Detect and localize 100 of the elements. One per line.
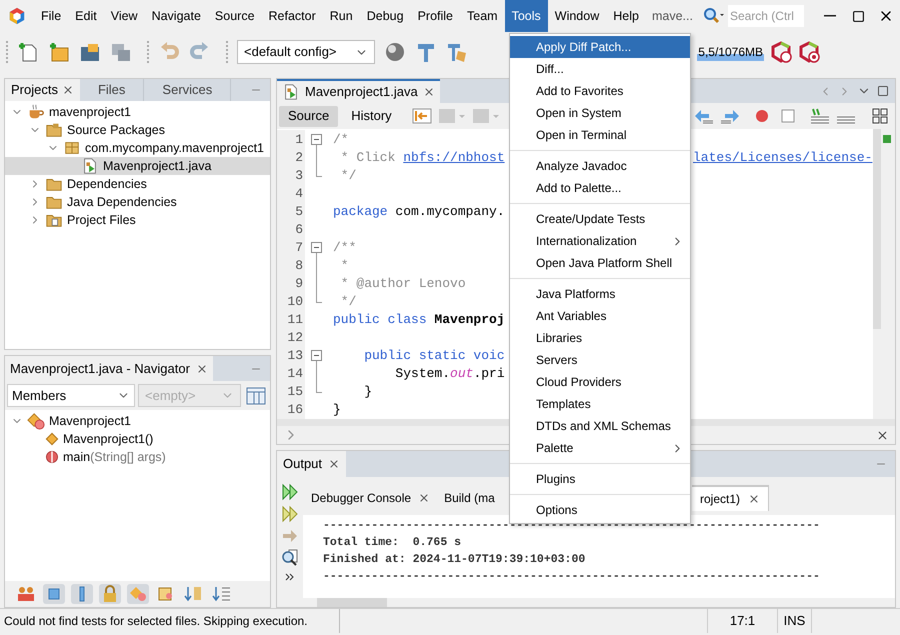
line-number: 6 bbox=[277, 220, 305, 240]
menu-item[interactable]: Internationalization bbox=[510, 230, 690, 252]
tree-item[interactable]: Mavenproject1.java bbox=[5, 157, 270, 175]
output-panel-tab[interactable]: Output bbox=[277, 451, 346, 477]
list-icon[interactable] bbox=[211, 584, 233, 604]
tree-item[interactable]: Dependencies bbox=[5, 175, 270, 193]
menu-item[interactable]: Servers bbox=[510, 349, 690, 371]
rerun-icon[interactable] bbox=[281, 505, 299, 523]
tree-item[interactable]: com.mycompany.mavenproject1 bbox=[5, 139, 270, 157]
menu-item[interactable]: Help bbox=[606, 0, 646, 32]
view-tab[interactable]: Source bbox=[279, 106, 338, 126]
close-icon[interactable] bbox=[196, 362, 208, 374]
tree-item[interactable]: Mavenproject1() bbox=[5, 430, 270, 448]
menu-item[interactable]: View bbox=[104, 0, 145, 32]
close-icon[interactable] bbox=[876, 428, 889, 442]
scrollbar-thumb[interactable] bbox=[317, 598, 387, 607]
close-icon[interactable] bbox=[328, 458, 340, 470]
tree-label: Source Packages bbox=[67, 122, 165, 139]
menu-item[interactable]: Templates bbox=[510, 393, 690, 415]
search-field[interactable]: Search (Ctrl bbox=[728, 5, 804, 27]
menu-item[interactable]: Tools bbox=[504, 0, 548, 32]
grid-icon[interactable] bbox=[871, 107, 889, 125]
maximize-icon[interactable] bbox=[877, 85, 889, 97]
members-dropdown[interactable]: Members bbox=[7, 384, 135, 407]
console-tab[interactable]: Build (ma bbox=[436, 485, 501, 511]
search-icon[interactable] bbox=[281, 549, 299, 567]
panel-tab[interactable]: Files bbox=[80, 79, 144, 101]
code-line: * @author Lenovo bbox=[340, 276, 466, 292]
close-icon[interactable] bbox=[748, 493, 760, 505]
console-tab[interactable]: roject1) bbox=[692, 485, 770, 511]
comment-icon[interactable] bbox=[808, 107, 831, 125]
profiler-clock-icon[interactable] bbox=[770, 41, 792, 63]
tree-item[interactable]: Mavenproject1 bbox=[5, 412, 270, 430]
collapse-icon[interactable] bbox=[311, 350, 322, 361]
tree-item[interactable]: Project Files bbox=[5, 211, 270, 229]
menu-item[interactable]: Source bbox=[208, 0, 262, 32]
collapse-icon[interactable] bbox=[311, 134, 322, 145]
menu-item[interactable]: Add to Palette... bbox=[510, 177, 690, 199]
collapse-icon[interactable] bbox=[311, 242, 322, 253]
scrollbar-thumb[interactable] bbox=[873, 129, 881, 329]
bar-icon[interactable] bbox=[71, 584, 93, 604]
view-tab[interactable]: History bbox=[342, 106, 401, 126]
tree-item[interactable]: Java Dependencies bbox=[5, 193, 270, 211]
panel-tab[interactable]: Projects bbox=[5, 79, 80, 101]
console-tab[interactable]: Debugger Console bbox=[303, 485, 436, 511]
people-icon[interactable] bbox=[15, 584, 37, 604]
menu-item[interactable]: Edit bbox=[68, 0, 104, 32]
menu-item[interactable]: Debug bbox=[360, 0, 411, 32]
menu-item[interactable]: Create/Update Tests bbox=[510, 208, 690, 230]
config-dropdown[interactable]: <default config> bbox=[237, 40, 375, 64]
menu-item[interactable]: Run bbox=[322, 0, 360, 32]
menu-item[interactable]: Java Platforms bbox=[510, 283, 690, 305]
line-number: 7 bbox=[277, 238, 305, 258]
save-all-icon[interactable] bbox=[110, 41, 132, 63]
editor-tab[interactable]: Mavenproject1.java bbox=[277, 79, 440, 103]
menu-item[interactable]: Open in Terminal bbox=[510, 124, 690, 146]
menu-item[interactable]: Ant Variables bbox=[510, 305, 690, 327]
menu-item[interactable]: Open Java Platform Shell bbox=[510, 252, 690, 274]
square-icon[interactable] bbox=[43, 584, 65, 604]
close-icon[interactable] bbox=[62, 84, 74, 96]
close-icon[interactable] bbox=[418, 492, 430, 504]
globe-icon[interactable] bbox=[384, 41, 406, 63]
shift-right-icon[interactable] bbox=[718, 107, 741, 125]
menu-item[interactable]: Diff... bbox=[510, 58, 690, 80]
menu-item[interactable]: Apply Diff Patch... bbox=[510, 36, 690, 58]
menu-item[interactable]: Add to Favorites bbox=[510, 80, 690, 102]
profiler-stop-icon[interactable] bbox=[798, 41, 820, 63]
tree-item[interactable]: Source Packages bbox=[5, 121, 270, 139]
output-line: Finished at: 2024-11-07T19:39:10+03:00 bbox=[323, 552, 586, 568]
menu-item[interactable]: Options bbox=[510, 499, 690, 521]
layout-icon[interactable] bbox=[246, 386, 266, 404]
menu-item[interactable]: Open in System bbox=[510, 102, 690, 124]
close-icon[interactable] bbox=[422, 86, 435, 98]
menu-item[interactable]: Profile bbox=[410, 0, 460, 32]
lock-icon[interactable] bbox=[99, 584, 121, 604]
menu-item[interactable]: DTDs and XML Schemas bbox=[510, 415, 690, 437]
tree-item[interactable]: main(String[] args) bbox=[5, 448, 270, 466]
tree-item[interactable]: mavenproject1 bbox=[5, 103, 270, 121]
menu-item[interactable]: File bbox=[34, 0, 68, 32]
menu-item[interactable]: Libraries bbox=[510, 327, 690, 349]
tree-label: Java Dependencies bbox=[67, 194, 177, 211]
more-icon[interactable] bbox=[284, 571, 296, 583]
menu-item[interactable]: Team bbox=[460, 0, 505, 32]
menu-item[interactable]: Cloud Providers bbox=[510, 371, 690, 393]
menu-item[interactable]: Palette bbox=[510, 437, 690, 459]
new-file-icon[interactable] bbox=[17, 41, 39, 63]
menu-item[interactable]: Refactor bbox=[262, 0, 323, 32]
folder-icon[interactable] bbox=[79, 41, 101, 63]
panel-tab[interactable]: Services bbox=[144, 79, 232, 101]
class-icon[interactable] bbox=[127, 584, 149, 604]
code-line: * bbox=[340, 258, 349, 274]
menu-item[interactable]: Navigate bbox=[144, 0, 208, 32]
tree-label: Mavenproject1 bbox=[49, 412, 131, 430]
rerun-icon[interactable] bbox=[281, 483, 299, 501]
menu-item[interactable]: Analyze Javadoc bbox=[510, 155, 690, 177]
code-line: */ bbox=[340, 168, 356, 184]
new-folder-icon[interactable] bbox=[48, 41, 70, 63]
menu-item[interactable]: Plugins bbox=[510, 468, 690, 490]
menu-item[interactable]: Window bbox=[548, 0, 606, 32]
panel-tab[interactable]: Mavenproject1.java - Navigator bbox=[5, 356, 213, 381]
